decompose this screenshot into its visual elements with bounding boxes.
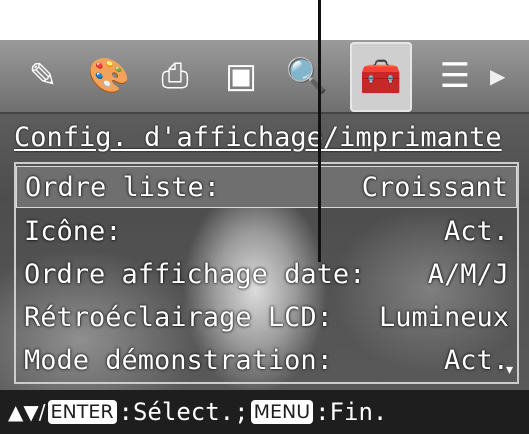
scroll-down-icon: ▾ bbox=[505, 362, 513, 378]
toolbox-icon[interactable]: 🧰 bbox=[350, 42, 412, 112]
settings-menu: Ordre liste: Croissant Icône: Act. Ordre… bbox=[14, 162, 519, 384]
up-down-arrows-icon: ▲▼/ bbox=[8, 400, 46, 424]
palette-icon[interactable]: 🎨 bbox=[86, 53, 132, 99]
slideshow-icon[interactable]: ▣ bbox=[218, 53, 264, 99]
menu-item-value: Lumineux bbox=[378, 301, 509, 333]
menu-item-label: Rétroéclairage LCD: bbox=[24, 301, 333, 333]
menu-item-date-display-order[interactable]: Ordre affichage date: A/M/J bbox=[16, 253, 517, 295]
menu-item-icon[interactable]: Icône: Act. bbox=[16, 210, 517, 252]
menu-item-value: Act. bbox=[443, 215, 509, 247]
print-icon[interactable]: ⎙ bbox=[152, 53, 198, 99]
menu-item-label: Mode démonstration: bbox=[24, 344, 333, 376]
menu-item-lcd-backlight[interactable]: Rétroéclairage LCD: Lumineux bbox=[16, 296, 517, 338]
menu-item-label: Ordre liste: bbox=[25, 171, 221, 203]
menu-item-demo-mode[interactable]: Mode démonstration: Act. bbox=[16, 339, 517, 381]
lcd-screen: ✎ 🎨 ⎙ ▣ 🔍 🧰 ☰ ▶ Config. d'affichage/impr… bbox=[0, 40, 529, 434]
menu-item-value: Croissant bbox=[361, 171, 508, 203]
tab-icon-strip: ✎ 🎨 ⎙ ▣ 🔍 🧰 ☰ ▶ bbox=[0, 40, 529, 114]
menu-item-label: Icône: bbox=[24, 215, 122, 247]
annotation-label bbox=[40, 0, 529, 14]
select-hint: :Sélect.; bbox=[118, 398, 249, 426]
enter-key-badge: ENTER bbox=[47, 400, 117, 424]
edit-icon[interactable]: ✎ bbox=[20, 53, 66, 99]
callout-line bbox=[318, 0, 321, 262]
menu-item-value: Act. bbox=[443, 344, 509, 376]
menu-title: Config. d'affichage/imprimante bbox=[14, 122, 502, 153]
menu-key-badge: MENU bbox=[250, 400, 314, 424]
scroll-right-arrow-icon[interactable]: ▶ bbox=[490, 64, 505, 88]
menu-item-list-order[interactable]: Ordre liste: Croissant bbox=[16, 166, 517, 208]
list-icon[interactable]: ☰ bbox=[432, 53, 478, 99]
end-hint: :Fin. bbox=[315, 398, 388, 426]
menu-item-value: A/M/J bbox=[427, 258, 509, 290]
search-file-icon[interactable]: 🔍 bbox=[284, 53, 330, 99]
help-bar: ▲▼/ ENTER :Sélect.; MENU :Fin. bbox=[0, 390, 529, 434]
menu-item-label: Ordre affichage date: bbox=[24, 258, 366, 290]
